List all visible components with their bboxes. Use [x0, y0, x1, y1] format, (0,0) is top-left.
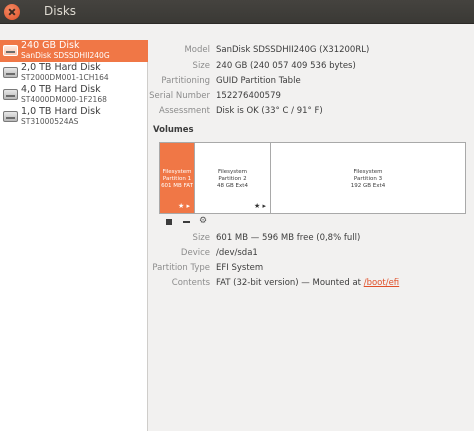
gears-icon[interactable]: ⚙ — [199, 216, 207, 226]
disk-details-panel: Model SanDisk SDSSDHII240G (X31200RL) Si… — [149, 40, 474, 431]
partition-size-label: Size — [192, 233, 210, 243]
disk-name: 2,0 TB Hard Disk — [21, 62, 101, 73]
sidebar-item-disk-4tb[interactable]: 4,0 TB Hard Disk ST4000DM000-1F2168 — [0, 84, 148, 106]
contents-text: FAT (32-bit version) — Mounted at — [216, 278, 364, 288]
device-value: /dev/sda1 — [216, 248, 258, 258]
partition-3-block[interactable]: Filesystem Partition 3 192 GB Ext4 — [271, 143, 465, 213]
window-titlebar: Disks — [0, 0, 474, 24]
partition-size: 192 GB Ext4 — [350, 183, 386, 189]
partition-type-label: Partition Type — [152, 263, 210, 273]
model-label: Model — [184, 45, 210, 55]
partition-size: 48 GB Ext4 — [217, 183, 248, 189]
partition-type: Filesystem — [353, 169, 383, 175]
assessment-value: Disk is OK (33° C / 91° F) — [216, 106, 323, 116]
contents-value: FAT (32-bit version) — Mounted at /boot/… — [216, 278, 399, 288]
disk-name: 4,0 TB Hard Disk — [21, 84, 101, 95]
header-strip — [0, 24, 474, 40]
serial-value: 152276400579 — [216, 91, 281, 101]
drive-icon — [3, 45, 18, 56]
sidebar-item-disk-1tb[interactable]: 1,0 TB Hard Disk ST31000524AS — [0, 106, 148, 128]
volumes-heading: Volumes — [153, 125, 194, 135]
partition-name: Partition 1 — [162, 176, 192, 182]
assessment-label: Assessment — [159, 106, 210, 116]
disk-model: ST4000DM000-1F2168 — [21, 95, 107, 104]
partition-type-value: EFI System — [216, 263, 264, 273]
disk-name: 240 GB Disk — [21, 40, 80, 51]
drive-icon — [3, 89, 18, 100]
disk-model: ST2000DM001-1CH164 — [21, 73, 109, 82]
model-value: SanDisk SDSSDHII240G (X31200RL) — [216, 45, 370, 55]
close-icon[interactable] — [4, 4, 20, 20]
mount-point-link[interactable]: /boot/efi — [364, 278, 399, 288]
partition-type: Filesystem — [217, 169, 248, 175]
partition-size: 601 MB FAT — [161, 183, 193, 189]
disk-name: 1,0 TB Hard Disk — [21, 106, 101, 117]
partition-size-value: 601 MB — 596 MB free (0,8% full) — [216, 233, 361, 243]
partition-label: Filesystem Partition 1 601 MB FAT — [160, 169, 194, 190]
partition-label: Filesystem Partition 3 192 GB Ext4 — [271, 169, 465, 190]
sidebar-item-disk-2tb[interactable]: 2,0 TB Hard Disk ST2000DM001-1CH164 — [0, 62, 148, 84]
delete-partition-icon[interactable] — [183, 221, 190, 223]
disk-sidebar: 240 GB Disk SanDisk SDSSDHII240G 2,0 TB … — [0, 40, 148, 431]
size-label: Size — [192, 61, 210, 71]
volume-map: Filesystem Partition 1 601 MB FAT ★ ▸ Fi… — [159, 142, 466, 214]
drive-icon — [3, 111, 18, 122]
serial-label: Serial Number — [149, 91, 210, 101]
size-value: 240 GB (240 057 409 536 bytes) — [216, 61, 356, 71]
partitioning-label: Partitioning — [161, 76, 210, 86]
device-label: Device — [180, 248, 210, 258]
partitioning-value: GUID Partition Table — [216, 76, 301, 86]
unmount-stop-icon[interactable] — [166, 219, 172, 225]
window-title: Disks — [44, 4, 77, 18]
partition-name: Partition 2 — [218, 176, 247, 182]
partition-name: Partition 3 — [353, 176, 383, 182]
contents-label: Contents — [171, 278, 210, 288]
disk-model: SanDisk SDSSDHII240G — [21, 51, 110, 60]
star-play-icon: ★ ▸ — [177, 202, 190, 210]
sidebar-item-disk-240gb[interactable]: 240 GB Disk SanDisk SDSSDHII240G — [0, 40, 148, 62]
disk-model: ST31000524AS — [21, 117, 79, 126]
star-play-icon: ★ ▸ — [253, 202, 266, 210]
partition-1-block[interactable]: Filesystem Partition 1 601 MB FAT ★ ▸ — [160, 143, 195, 213]
drive-icon — [3, 67, 18, 78]
partition-2-block[interactable]: Filesystem Partition 2 48 GB Ext4 ★ ▸ — [195, 143, 271, 213]
partition-type: Filesystem — [162, 169, 192, 175]
partition-label: Filesystem Partition 2 48 GB Ext4 — [195, 169, 270, 190]
